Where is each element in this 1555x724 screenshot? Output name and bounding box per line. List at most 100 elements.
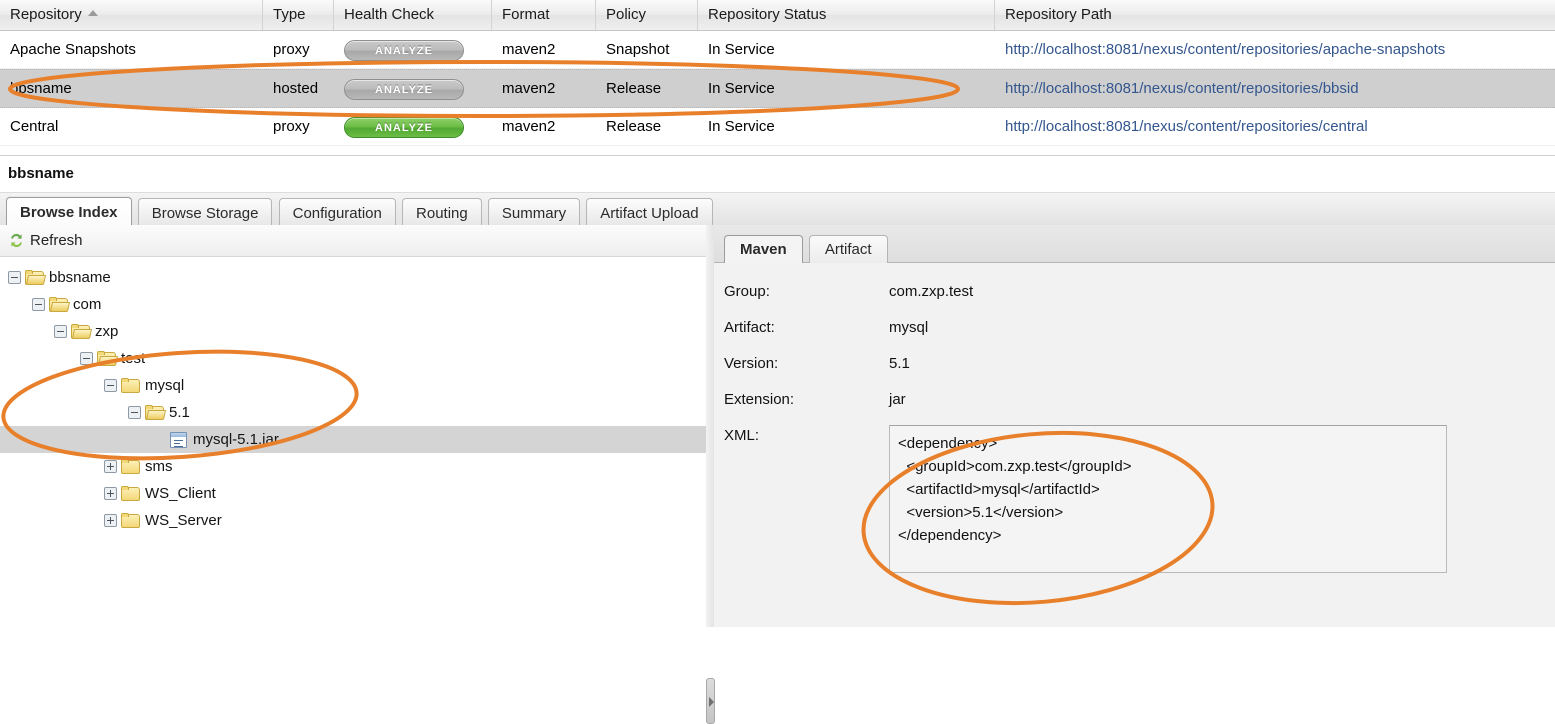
tree-item-mysql-jar[interactable]: mysql-5.1.jar bbox=[0, 426, 712, 453]
collapse-toggle-icon[interactable] bbox=[104, 379, 117, 392]
cell-format: maven2 bbox=[492, 108, 596, 145]
tree-item-label: sms bbox=[145, 458, 173, 475]
expand-toggle-icon[interactable] bbox=[104, 514, 117, 527]
tree-item-test[interactable]: test bbox=[0, 345, 712, 372]
field-label: Version: bbox=[724, 353, 889, 375]
tree-item-mysql[interactable]: mysql bbox=[0, 372, 712, 399]
repository-path-link[interactable]: http://localhost:8081/nexus/content/repo… bbox=[1005, 41, 1445, 58]
table-row[interactable]: Apache Snapshots proxy ANALYZE maven2 Sn… bbox=[0, 31, 1555, 69]
refresh-button-label[interactable]: Refresh bbox=[30, 232, 83, 249]
cell-format: maven2 bbox=[492, 70, 596, 107]
cell-format: maven2 bbox=[492, 31, 596, 68]
tree-item-label: WS_Client bbox=[145, 485, 216, 502]
table-row[interactable]: Central proxy ANALYZE maven2 Release In … bbox=[0, 108, 1555, 146]
pane-splitter[interactable] bbox=[706, 225, 714, 627]
column-header-format[interactable]: Format bbox=[492, 0, 596, 30]
tree-toolbar: Refresh bbox=[0, 225, 712, 257]
tree-item-label: zxp bbox=[95, 323, 118, 340]
cell-policy: Release bbox=[596, 70, 698, 107]
repository-grid: Repository Type Health Check Format Poli… bbox=[0, 0, 1555, 146]
tree-item-bbsname[interactable]: bbsname bbox=[0, 264, 712, 291]
cell-repository: bbsname bbox=[0, 70, 263, 107]
folder-open-icon bbox=[97, 351, 116, 366]
field-label: Artifact: bbox=[724, 317, 889, 339]
field-xml: XML: <dependency> <groupId>com.zxp.test<… bbox=[724, 425, 1555, 573]
refresh-icon bbox=[8, 232, 25, 249]
field-artifact: Artifact: mysql bbox=[724, 317, 1555, 339]
tab-artifact[interactable]: Artifact bbox=[809, 235, 888, 263]
detail-tabstrip: Browse Index Browse Storage Configuratio… bbox=[0, 193, 1555, 226]
column-header-health-check[interactable]: Health Check bbox=[334, 0, 492, 30]
collapse-toggle-icon[interactable] bbox=[8, 271, 21, 284]
tree-item-label: bbsname bbox=[49, 269, 111, 286]
cell-type: hosted bbox=[263, 70, 334, 107]
analyze-button[interactable]: ANALYZE bbox=[344, 79, 464, 100]
folder-open-icon bbox=[49, 297, 68, 312]
column-header-type[interactable]: Type bbox=[263, 0, 334, 30]
collapse-toggle-icon[interactable] bbox=[54, 325, 67, 338]
index-tree-pane: Refresh bbsname com bbox=[0, 225, 713, 627]
artifact-info-pane: Maven Artifact Group: com.zxp.test Artif… bbox=[714, 225, 1555, 627]
cell-type: proxy bbox=[263, 31, 334, 68]
xml-snippet-textarea[interactable]: <dependency> <groupId>com.zxp.test</grou… bbox=[889, 425, 1447, 573]
cell-policy: Snapshot bbox=[596, 31, 698, 68]
tab-summary[interactable]: Summary bbox=[488, 198, 580, 227]
cell-repository: Central bbox=[0, 108, 263, 145]
field-group: Group: com.zxp.test bbox=[724, 281, 1555, 303]
cell-repository-path: http://localhost:8081/nexus/content/repo… bbox=[995, 108, 1555, 145]
analyze-button[interactable]: ANALYZE bbox=[344, 40, 464, 61]
repository-index-tree: bbsname com zxp test bbox=[0, 257, 712, 534]
jar-file-icon bbox=[170, 432, 187, 448]
collapse-toggle-icon[interactable] bbox=[80, 352, 93, 365]
column-header-repository-status[interactable]: Repository Status bbox=[698, 0, 995, 30]
tab-artifact-upload[interactable]: Artifact Upload bbox=[586, 198, 712, 227]
folder-closed-icon bbox=[121, 459, 140, 474]
folder-closed-icon bbox=[121, 513, 140, 528]
cell-health-check: ANALYZE bbox=[334, 70, 492, 107]
splitter-collapse-button[interactable] bbox=[706, 678, 715, 724]
collapse-toggle-icon[interactable] bbox=[32, 298, 45, 311]
page-title: bbsname bbox=[0, 156, 1555, 193]
field-extension: Extension: jar bbox=[724, 389, 1555, 411]
column-header-policy[interactable]: Policy bbox=[596, 0, 698, 30]
table-row[interactable]: bbsname hosted ANALYZE maven2 Release In… bbox=[0, 69, 1555, 108]
cell-status: In Service bbox=[698, 108, 995, 145]
folder-open-icon bbox=[71, 324, 90, 339]
tree-item-com[interactable]: com bbox=[0, 291, 712, 318]
tree-item-zxp[interactable]: zxp bbox=[0, 318, 712, 345]
repository-detail-panel: bbsname Browse Index Browse Storage Conf… bbox=[0, 155, 1555, 627]
grid-header-row: Repository Type Health Check Format Poli… bbox=[0, 0, 1555, 31]
field-value: 5.1 bbox=[889, 353, 910, 375]
expand-toggle-icon[interactable] bbox=[104, 460, 117, 473]
tab-browse-index[interactable]: Browse Index bbox=[6, 197, 132, 227]
collapse-toggle-icon[interactable] bbox=[128, 406, 141, 419]
tree-item-ws-server[interactable]: WS_Server bbox=[0, 507, 712, 534]
field-label: Group: bbox=[724, 281, 889, 303]
analyze-button[interactable]: ANALYZE bbox=[344, 117, 464, 138]
folder-closed-icon bbox=[121, 486, 140, 501]
tree-item-ws-client[interactable]: WS_Client bbox=[0, 480, 712, 507]
column-header-repository[interactable]: Repository bbox=[0, 0, 263, 30]
folder-open-icon bbox=[145, 405, 164, 420]
tree-item-sms[interactable]: sms bbox=[0, 453, 712, 480]
repository-path-link[interactable]: http://localhost:8081/nexus/content/repo… bbox=[1005, 80, 1359, 97]
tab-routing[interactable]: Routing bbox=[402, 198, 482, 227]
column-header-repository-path[interactable]: Repository Path bbox=[995, 0, 1555, 30]
tree-item-label: 5.1 bbox=[169, 404, 190, 421]
field-value: com.zxp.test bbox=[889, 281, 973, 303]
cell-repository-path: http://localhost:8081/nexus/content/repo… bbox=[995, 31, 1555, 68]
expand-toggle-icon[interactable] bbox=[104, 487, 117, 500]
cell-health-check: ANALYZE bbox=[334, 31, 492, 68]
repository-path-link[interactable]: http://localhost:8081/nexus/content/repo… bbox=[1005, 118, 1368, 135]
tree-item-5-1[interactable]: 5.1 bbox=[0, 399, 712, 426]
tab-maven[interactable]: Maven bbox=[724, 235, 803, 263]
tab-browse-storage[interactable]: Browse Storage bbox=[138, 198, 273, 227]
cell-status: In Service bbox=[698, 70, 995, 107]
tab-configuration[interactable]: Configuration bbox=[279, 198, 396, 227]
field-value: jar bbox=[889, 389, 906, 411]
field-label: Extension: bbox=[724, 389, 889, 411]
tree-item-label: com bbox=[73, 296, 101, 313]
cell-type: proxy bbox=[263, 108, 334, 145]
browse-index-panes: Refresh bbsname com bbox=[0, 225, 1555, 627]
maven-info-body: Group: com.zxp.test Artifact: mysql Vers… bbox=[714, 263, 1555, 627]
